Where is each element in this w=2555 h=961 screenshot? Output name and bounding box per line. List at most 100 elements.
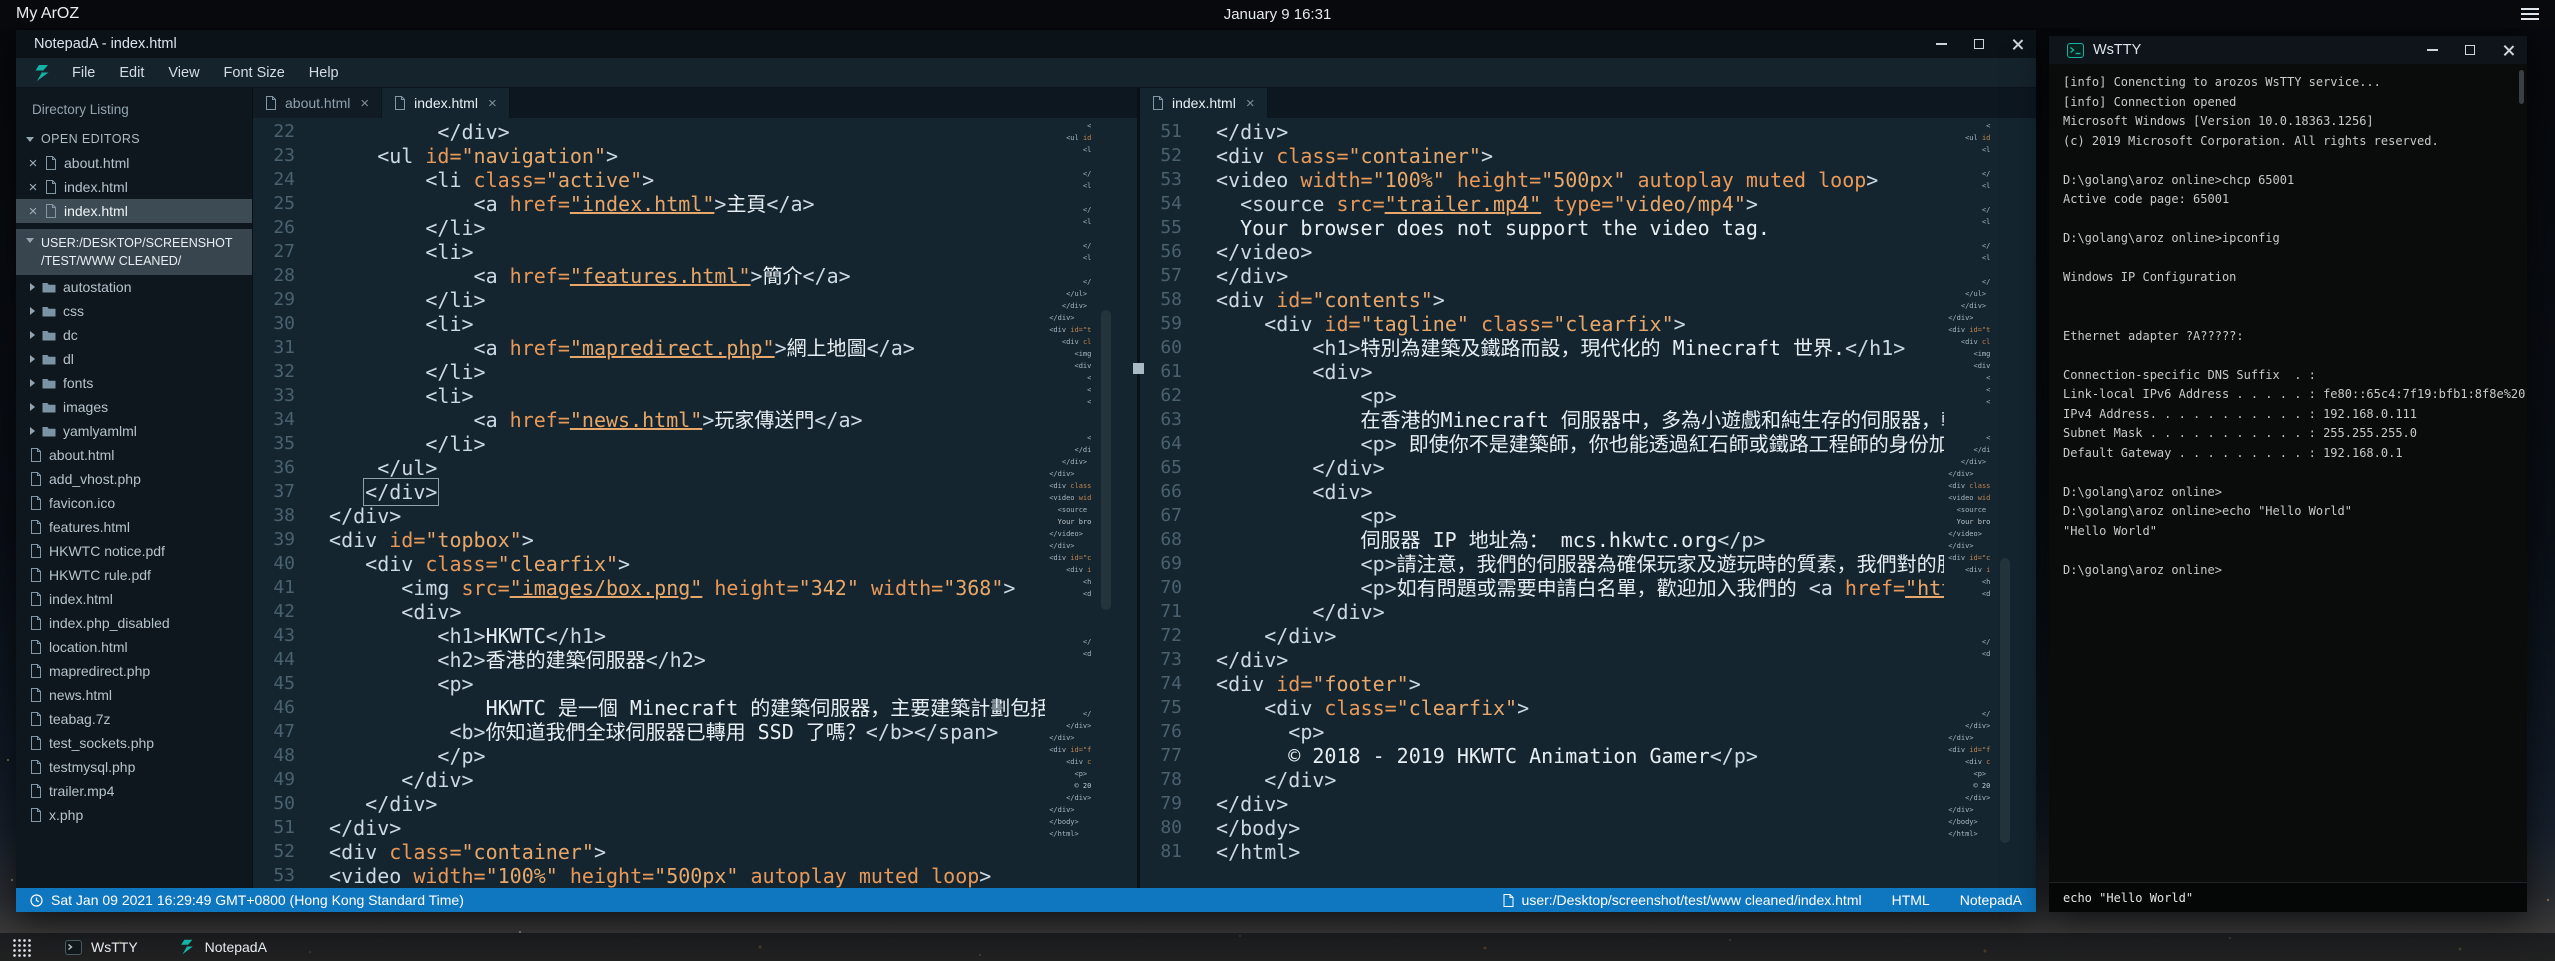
tree-file[interactable]: add_vhost.php (16, 467, 252, 491)
tree-file[interactable]: HKWTC rule.pdf (16, 563, 252, 587)
minimize-button[interactable] (2413, 36, 2451, 64)
code-line[interactable]: 81 </html> (1140, 840, 1944, 864)
code-line[interactable]: 53 <video width="100%" height="500px" au… (1140, 168, 1944, 192)
code-line[interactable]: 71 </div> (1140, 600, 1944, 624)
notepad-titlebar[interactable]: NotepadA - index.html (16, 30, 2036, 58)
tree-folder[interactable]: fonts (16, 371, 252, 395)
menu-help[interactable]: Help (297, 65, 351, 81)
code-line[interactable]: 59 <div id="tagline" class="clearfix"> (1140, 312, 1944, 336)
code-line[interactable]: 29 </li> (253, 288, 1045, 312)
code-line[interactable]: 37 </div> (253, 480, 1045, 504)
scrollbar-right[interactable] (1990, 118, 2036, 888)
code-line[interactable]: 53 <video width="100%" height="500px" au… (253, 864, 1045, 888)
tree-folder[interactable]: autostation (16, 275, 252, 299)
code-line[interactable]: 69 <p>請注意，我們的伺服器為確保玩家及遊玩時的質素，我們對的服務開放 (1140, 552, 1944, 576)
menu-font-size[interactable]: Font Size (212, 65, 297, 81)
tree-folder[interactable]: dc (16, 323, 252, 347)
menu-file[interactable]: File (60, 65, 107, 81)
code-line[interactable]: 41 <img src="images/box.png" height="342… (253, 576, 1045, 600)
code-line[interactable]: 44 <h2>香港的建築伺服器</h2> (253, 648, 1045, 672)
tree-file[interactable]: about.html (16, 443, 252, 467)
code-line[interactable]: 36 </ul> (253, 456, 1045, 480)
terminal-scrollbar[interactable] (2518, 68, 2525, 878)
tab-close-icon[interactable]: × (488, 96, 497, 111)
code-line[interactable]: 74 <div id="footer"> (1140, 672, 1944, 696)
scrollbar-left[interactable] (1091, 118, 1137, 888)
code-line[interactable]: 27 <li> (253, 240, 1045, 264)
tree-file[interactable]: news.html (16, 683, 252, 707)
code-line[interactable]: 65 </div> (1140, 456, 1944, 480)
code-line[interactable]: 72 </div> (1140, 624, 1944, 648)
close-file-icon[interactable]: × (28, 180, 38, 195)
code-line[interactable]: 39 <div id="topbox"> (253, 528, 1045, 552)
code-line[interactable]: 78 </div> (1140, 768, 1944, 792)
code-line[interactable]: 76 <p> (1140, 720, 1944, 744)
tree-file[interactable]: mapredirect.php (16, 659, 252, 683)
code-line[interactable]: 52 <div class="container"> (1140, 144, 1944, 168)
menu-edit[interactable]: Edit (107, 65, 156, 81)
code-line[interactable]: 28 <a href="features.html">簡介</a> (253, 264, 1045, 288)
code-line[interactable]: 23 <ul id="navigation"> (253, 144, 1045, 168)
code-line[interactable]: 33 <li> (253, 384, 1045, 408)
hamburger-menu-icon[interactable] (2521, 13, 2539, 15)
tree-file[interactable]: x.php (16, 803, 252, 827)
open-editors-header[interactable]: OPEN EDITORS (16, 127, 252, 151)
terminal-output[interactable]: [info] Conencting to arozos WsTTY servic… (2049, 64, 2527, 882)
code-line[interactable]: 26 </li> (253, 216, 1045, 240)
tab-close-icon[interactable]: × (1246, 96, 1255, 111)
tree-folder[interactable]: dl (16, 347, 252, 371)
code-line[interactable]: 35 </li> (253, 432, 1045, 456)
tree-file[interactable]: index.html (16, 587, 252, 611)
code-line[interactable]: 60 <h1>特別為建築及鐵路而設，現代化的 Minecraft 世界.</h1… (1140, 336, 1944, 360)
tree-folder[interactable]: yamlyamlml (16, 419, 252, 443)
code-line[interactable]: 40 <div class="clearfix"> (253, 552, 1045, 576)
tree-file[interactable]: features.html (16, 515, 252, 539)
tree-file[interactable]: location.html (16, 635, 252, 659)
code-line[interactable]: 80 </body> (1140, 816, 1944, 840)
code-line[interactable]: 63 在香港的Minecraft 伺服器中，多為小遊戲和純生存的伺服器，較少擁有 (1140, 408, 1944, 432)
code-line[interactable]: 73 </div> (1140, 648, 1944, 672)
scrollbar-thumb[interactable] (2519, 70, 2524, 104)
minimap-left[interactable]: </div> <ul id="navigation"> <li class="a… (1045, 118, 1091, 888)
tree-root[interactable]: USER:/DESKTOP/SCREENSHOT /TEST/WWW CLEAN… (16, 229, 252, 275)
open-editor-item[interactable]: ×index.html (16, 199, 252, 223)
code-line[interactable]: 54 <source src="trailer.mp4" type="video… (1140, 192, 1944, 216)
code-line[interactable]: 64 <p> 即使你不是建築師，你也能透過紅石師或鐵路工程師的身份加入我 (1140, 432, 1944, 456)
code-line[interactable]: 66 <div> (1140, 480, 1944, 504)
terminal-input[interactable]: echo "Hello World" (2049, 882, 2527, 912)
tab-about.html[interactable]: about.html× (253, 88, 382, 118)
code-line[interactable]: 30 <li> (253, 312, 1045, 336)
tab-index.html[interactable]: index.html× (382, 88, 510, 118)
code-line[interactable]: 77 © 2018 - 2019 HKWTC Animation Gamer</… (1140, 744, 1944, 768)
tree-folder[interactable]: images (16, 395, 252, 419)
close-file-icon[interactable]: × (28, 204, 38, 219)
tree-file[interactable]: trailer.mp4 (16, 779, 252, 803)
code-line[interactable]: 79 </div> (1140, 792, 1944, 816)
code-line[interactable]: 56 </video> (1140, 240, 1944, 264)
code-line[interactable]: 25 <a href="index.html">主頁</a> (253, 192, 1045, 216)
code-line[interactable]: 48 </p> (253, 744, 1045, 768)
code-line[interactable]: 43 <h1>HKWTC</h1> (253, 624, 1045, 648)
code-area-left[interactable]: 22 </div>23 <ul id="navigation">24 <li c… (253, 118, 1045, 888)
code-line[interactable]: 42 <div> (253, 600, 1045, 624)
code-line[interactable]: 51 </div> (1140, 120, 1944, 144)
minimize-button[interactable] (1922, 30, 1960, 58)
menu-view[interactable]: View (156, 65, 211, 81)
code-line[interactable]: 49 </div> (253, 768, 1045, 792)
code-area-right[interactable]: 51 </div>52 <div class="container">53 <v… (1140, 118, 1944, 888)
code-line[interactable]: 52 <div class="container"> (253, 840, 1045, 864)
wstty-titlebar[interactable]: WsTTY (2049, 36, 2527, 64)
scrollbar-thumb[interactable] (2000, 558, 2010, 843)
code-line[interactable]: 32 </li> (253, 360, 1045, 384)
code-line[interactable]: 34 <a href="news.html">玩家傳送門</a> (253, 408, 1045, 432)
minimap-right[interactable]: </div> <ul id="navigation"> <li class="a… (1944, 118, 1990, 888)
scrollbar-thumb[interactable] (1101, 310, 1111, 610)
close-button[interactable] (2489, 36, 2527, 64)
launcher-grid-icon[interactable] (12, 938, 31, 957)
code-line[interactable]: 46 HKWTC 是一個 Minecraft 的建築伺服器，主要建築計劃包括鐵路 (253, 696, 1045, 720)
code-line[interactable]: 31 <a href="mapredirect.php">網上地圖</a> (253, 336, 1045, 360)
code-line[interactable]: 51 </div> (253, 816, 1045, 840)
code-line[interactable]: 58 <div id="contents"> (1140, 288, 1944, 312)
code-line[interactable]: 62 <p> (1140, 384, 1944, 408)
maximize-button[interactable] (1960, 30, 1998, 58)
